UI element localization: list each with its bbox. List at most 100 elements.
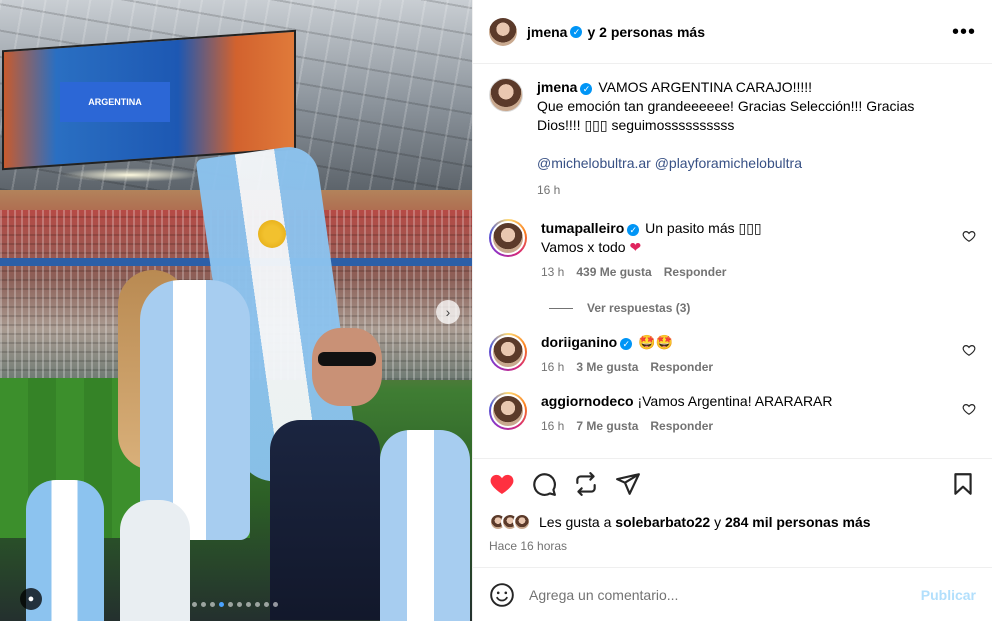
comment-likes[interactable]: 7 Me gusta: [576, 419, 638, 433]
red-heart-icon: ❤: [629, 239, 642, 255]
caption-avatar[interactable]: [489, 78, 523, 112]
flag-sun: [258, 220, 286, 248]
comment-body: tumapalleiro ✓ Un pasito más ▯▯▯ Vamos x …: [541, 219, 976, 279]
screen-text: ARGENTINA: [60, 82, 170, 122]
carousel-dot: [264, 602, 269, 607]
like-heart-icon[interactable]: [489, 471, 515, 497]
carousel-dot: [201, 602, 206, 607]
commenter-avatar: [491, 394, 525, 428]
save-bookmark-icon[interactable]: [950, 471, 976, 497]
post-header: jmena ✓ y 2 personas más •••: [473, 0, 992, 64]
caption-time: 16 h: [537, 183, 561, 197]
reply-button[interactable]: Responder: [650, 360, 713, 374]
post-photo[interactable]: ARGENTINA › ●: [0, 0, 472, 621]
comment-username[interactable]: tumapalleiro: [541, 220, 624, 236]
verified-badge-icon: ✓: [570, 25, 583, 38]
view-replies-button[interactable]: Ver respuestas (3): [549, 301, 976, 315]
caption-username[interactable]: jmena: [537, 79, 577, 95]
commenter-avatar: [491, 221, 525, 255]
emoji-icon[interactable]: [489, 582, 515, 608]
man-jersey: [270, 420, 380, 620]
comment-meta: 16 h 3 Me gusta Responder: [541, 360, 976, 374]
carousel-dot: [219, 602, 224, 607]
caption-line-1: jmena ✓ VAMOS ARGENTINA CARAJO!!!!!: [537, 78, 976, 97]
comment-item: aggiornodeco ¡Vamos Argentina! ARARARAR …: [489, 392, 976, 433]
comment-username[interactable]: aggiornodeco: [541, 393, 634, 409]
comment-likes[interactable]: 439 Me gusta: [576, 265, 651, 279]
share-send-icon[interactable]: [615, 471, 641, 497]
comment-composer: Publicar: [473, 567, 992, 621]
carousel-dots: [192, 602, 278, 607]
author-username[interactable]: jmena: [527, 24, 567, 40]
heart-outline-icon[interactable]: [962, 229, 976, 243]
caption: jmena ✓ VAMOS ARGENTINA CARAJO!!!!! Que e…: [489, 78, 976, 197]
comment-text-line: aggiornodeco ¡Vamos Argentina! ARARARAR: [541, 392, 976, 411]
more-options-icon[interactable]: •••: [952, 22, 976, 42]
mention-link[interactable]: @michelobultra.ar: [537, 155, 651, 171]
carousel-dot: [255, 602, 260, 607]
carousel-next-button[interactable]: ›: [436, 300, 460, 324]
user-icon: ●: [27, 593, 35, 605]
comments-section: jmena ✓ VAMOS ARGENTINA CARAJO!!!!! Que e…: [473, 64, 992, 458]
comment-text-line-2: Vamos x todo ❤: [541, 238, 976, 257]
liker-avatar: [513, 513, 531, 531]
comment-likes[interactable]: 3 Me gusta: [576, 360, 638, 374]
caption-line-2: Que emoción tan grandeeeeee! Gracias Sel…: [537, 98, 915, 114]
man-head: [312, 328, 382, 406]
comment-item: doriiganino ✓ 🤩🤩 16 h 3 Me gusta Responde…: [489, 333, 976, 374]
comment-meta: 13 h 439 Me gusta Responder: [541, 265, 976, 279]
commenter-avatar: [491, 335, 525, 369]
post-actions: Les gusta a solebarbato22 y 284 mil pers…: [473, 458, 992, 553]
carousel-dot: [228, 602, 233, 607]
caption-text: VAMOS ARGENTINA CARAJO!!!!!: [598, 79, 813, 95]
likes-middle: y: [714, 514, 722, 530]
verified-badge-icon: ✓: [580, 83, 593, 95]
comment-text: Un pasito más ▯▯▯: [645, 220, 762, 236]
heart-outline-icon[interactable]: [962, 402, 976, 416]
action-icons: [489, 471, 976, 497]
comment-username[interactable]: doriiganino: [541, 334, 617, 350]
mention-link[interactable]: @playforamichelobultra: [655, 155, 802, 171]
caption-line-3: Dios!!!! ▯▯▯ seguimossssssssss: [537, 117, 735, 133]
liker-avatars: [489, 513, 531, 531]
reply-button[interactable]: Responder: [664, 265, 727, 279]
story-ring[interactable]: [489, 219, 527, 257]
comment-body: doriiganino ✓ 🤩🤩 16 h 3 Me gusta Responde…: [541, 333, 976, 374]
likes-prefix: Les gusta a: [539, 514, 612, 530]
heart-outline-icon[interactable]: [962, 343, 976, 357]
likes-summary[interactable]: Les gusta a solebarbato22 y 284 mil pers…: [489, 513, 976, 531]
comment-input[interactable]: [529, 586, 921, 603]
liker-username[interactable]: solebarbato22: [615, 514, 710, 530]
comment-time: 16 h: [541, 360, 565, 374]
publish-button[interactable]: Publicar: [921, 587, 976, 603]
stadium-lights: [60, 168, 200, 182]
sunglasses: [318, 352, 376, 366]
fan-right: [380, 430, 470, 621]
carousel-dot: [273, 602, 278, 607]
story-ring[interactable]: [489, 333, 527, 371]
comment-body: aggiornodeco ¡Vamos Argentina! ARARARAR …: [541, 392, 976, 433]
verified-badge-icon: ✓: [627, 224, 640, 236]
post-side-panel: jmena ✓ y 2 personas más ••• jmena ✓ VAMO…: [472, 0, 992, 621]
chevron-right-icon: ›: [445, 304, 451, 320]
author-avatar[interactable]: [489, 17, 517, 46]
instagram-post: ARGENTINA › ● jmena ✓ y 2 personas más •…: [0, 0, 992, 621]
comment-text: 🤩🤩: [638, 334, 673, 350]
collaborators-link[interactable]: y 2 personas más: [587, 24, 705, 40]
comment-text: Vamos x todo: [541, 239, 626, 255]
story-ring[interactable]: [489, 392, 527, 430]
comment-time: 13 h: [541, 265, 565, 279]
carousel-dot: [246, 602, 251, 607]
tagged-users-button[interactable]: ●: [20, 588, 42, 610]
post-timestamp: Hace 16 horas: [489, 539, 568, 553]
reply-button[interactable]: Responder: [650, 419, 713, 433]
comment-text-line: doriiganino ✓ 🤩🤩: [541, 333, 976, 352]
comment-time: 16 h: [541, 419, 565, 433]
replies-divider: [549, 307, 573, 309]
likes-others[interactable]: 284 mil personas más: [725, 514, 871, 530]
fan-girl: [120, 500, 190, 621]
repost-icon[interactable]: [573, 471, 599, 497]
comment-meta: 16 h 7 Me gusta Responder: [541, 419, 976, 433]
comment-bubble-icon[interactable]: [531, 471, 557, 497]
caption-body: jmena ✓ VAMOS ARGENTINA CARAJO!!!!! Que e…: [537, 78, 976, 197]
